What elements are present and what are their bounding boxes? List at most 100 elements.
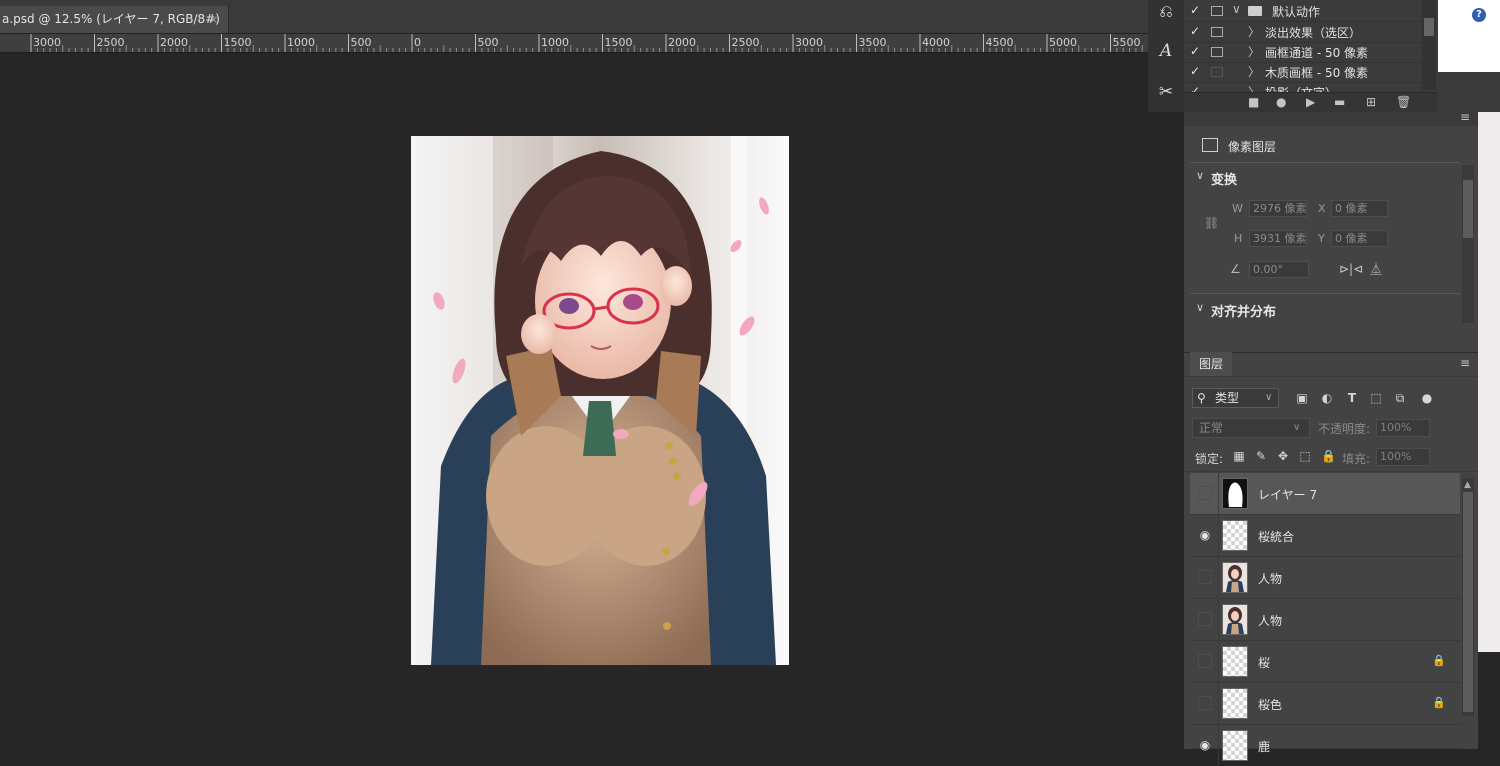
layer-row[interactable]: 桜 🔒 [1190, 641, 1460, 683]
toggle-check-icon[interactable]: ✓ [1190, 44, 1200, 58]
chevron-right-icon[interactable]: 〉 [1248, 63, 1260, 80]
opacity-field[interactable]: 100% [1376, 419, 1430, 437]
layer-thumbnail[interactable] [1222, 688, 1248, 719]
ruler-label: 4500 [985, 36, 1014, 49]
properties-scroll-thumb[interactable] [1463, 180, 1473, 238]
scroll-up-icon[interactable]: ▲ [1464, 480, 1471, 490]
toggle-check-icon[interactable]: ✓ [1190, 84, 1200, 92]
visibility-eye-icon[interactable] [1198, 612, 1212, 626]
chevron-down-icon: ∨ [1265, 392, 1273, 403]
actions-scroll-thumb[interactable] [1424, 18, 1434, 36]
dialog-toggle-icon[interactable] [1211, 6, 1223, 16]
pixel-filter-icon[interactable]: ▣ [1295, 391, 1309, 405]
layer-row[interactable]: 人物 [1190, 599, 1460, 641]
visibility-eye-icon[interactable] [1198, 486, 1212, 500]
action-item[interactable]: ✓ 〉 淡出效果（选区） [1184, 22, 1422, 43]
layer-name[interactable]: 人物 [1258, 612, 1282, 629]
stop-icon[interactable]: ■ [1248, 95, 1259, 109]
layer-thumbnail[interactable] [1222, 520, 1248, 551]
action-set-default[interactable]: ✓ ∨ 默认动作 [1184, 1, 1422, 22]
panel-menu-icon[interactable]: ≡ [1460, 110, 1470, 124]
chevron-down-icon[interactable]: ∨ [1196, 169, 1204, 182]
layer-thumbnail[interactable] [1222, 730, 1248, 761]
layer-name[interactable]: 鹿 [1258, 738, 1270, 755]
angle-field[interactable]: 0.00° [1249, 261, 1309, 278]
layer-name[interactable]: 人物 [1258, 570, 1282, 587]
kind-filter-select[interactable]: ⚲ 类型 ∨ [1192, 388, 1279, 408]
layer-row[interactable]: 桜色 🔒 [1190, 683, 1460, 725]
layer-thumbnail[interactable] [1222, 562, 1248, 593]
align-section-title[interactable]: 对齐并分布 [1211, 301, 1276, 320]
toggle-check-icon[interactable]: ✓ [1190, 3, 1200, 17]
history-brush-icon[interactable]: ⎌ [1154, 0, 1178, 24]
visibility-eye-icon[interactable]: ◉ [1198, 738, 1212, 752]
play-icon[interactable]: ▶ [1306, 95, 1315, 109]
new-action-icon[interactable]: ⊞ [1366, 95, 1376, 109]
lock-all-icon[interactable]: 🔒 [1321, 449, 1336, 463]
layer-name[interactable]: 桜統合 [1258, 528, 1294, 545]
ruler-label: 1000 [287, 36, 315, 49]
chevron-down-icon[interactable]: ∨ [1232, 2, 1241, 16]
flip-vertical-icon[interactable]: ⏅ [1370, 260, 1382, 277]
chevron-right-icon[interactable]: 〉 [1248, 43, 1260, 60]
toggle-check-icon[interactable]: ✓ [1190, 24, 1200, 38]
lock-position-icon[interactable]: ✥ [1276, 449, 1290, 463]
actions-scrollbar[interactable] [1422, 0, 1436, 90]
record-icon[interactable]: ● [1276, 95, 1286, 109]
properties-kind: 像素图层 [1228, 140, 1277, 154]
blend-mode-select[interactable]: 正常 ∨ [1192, 418, 1310, 438]
visibility-eye-icon[interactable] [1198, 654, 1212, 668]
action-item[interactable]: ✓ 〉 画框通道 - 50 像素 [1184, 42, 1422, 63]
action-item[interactable]: ✓ 〉 投影（文字） [1184, 82, 1422, 92]
layer-thumbnail[interactable] [1222, 646, 1248, 677]
layer-name[interactable]: 桜色 [1258, 696, 1282, 713]
chevron-right-icon[interactable]: 〉 [1248, 83, 1260, 92]
flip-horizontal-icon[interactable]: ⊳|⊲ [1339, 262, 1363, 276]
dialog-toggle-icon[interactable] [1211, 67, 1223, 77]
layers-scroll-thumb[interactable] [1463, 492, 1473, 712]
adjustment-filter-icon[interactable]: ◐ [1320, 391, 1334, 405]
dialog-toggle-icon[interactable] [1211, 47, 1223, 57]
lock-transparent-icon[interactable]: ▦ [1232, 449, 1246, 463]
document-tab[interactable]: a.psd @ 12.5% (レイヤー 7, RGB/8#) × [0, 6, 229, 33]
width-field[interactable]: 2976 像素 [1249, 200, 1307, 217]
link-icon[interactable]: ⛓ [1204, 216, 1219, 230]
y-field[interactable]: 0 像素 [1331, 230, 1388, 247]
layer-row[interactable]: 人物 [1190, 557, 1460, 599]
fill-field[interactable]: 100% [1376, 448, 1430, 466]
layer-thumbnail[interactable] [1222, 604, 1248, 635]
toggle-check-icon[interactable]: ✓ [1190, 64, 1200, 78]
close-tab-icon[interactable]: × [209, 6, 218, 33]
layer-thumbnail[interactable] [1222, 478, 1248, 509]
layer-row[interactable]: レイヤー 7 [1190, 473, 1460, 515]
layer-row[interactable]: ◉ 鹿 [1190, 725, 1460, 766]
trash-icon[interactable]: 🗑 [1396, 95, 1411, 109]
ruler-label: 500 [350, 36, 372, 49]
layer-row[interactable]: ◉ 桜統合 [1190, 515, 1460, 557]
transform-section-title[interactable]: 变换 [1211, 169, 1237, 188]
shape-filter-icon[interactable]: ⬚ [1369, 391, 1383, 405]
ruler-label: 2500 [96, 36, 125, 49]
scissors-icon[interactable]: ✂ [1154, 80, 1178, 104]
chevron-right-icon[interactable]: 〉 [1248, 23, 1260, 40]
lock-image-icon[interactable]: ✎ [1254, 449, 1268, 463]
type-icon[interactable]: A [1154, 39, 1178, 63]
artwork-image[interactable] [411, 136, 789, 665]
action-item[interactable]: ✓ 〉 木质画框 - 50 像素 [1184, 62, 1422, 83]
visibility-eye-icon[interactable]: ◉ [1198, 528, 1212, 542]
x-field[interactable]: 0 像素 [1331, 200, 1388, 217]
panel-menu-icon[interactable]: ≡ [1460, 356, 1470, 370]
layer-name[interactable]: 桜 [1258, 654, 1270, 671]
lock-artboard-icon[interactable]: ⬚ [1298, 449, 1312, 463]
dialog-toggle-icon[interactable] [1211, 27, 1223, 37]
layer-name[interactable]: レイヤー 7 [1258, 486, 1317, 503]
type-filter-icon[interactable]: T [1345, 391, 1359, 405]
height-field[interactable]: 3931 像素 [1249, 230, 1307, 247]
layers-tab[interactable]: 图层 [1190, 352, 1232, 376]
new-set-folder-icon[interactable]: ▬ [1334, 95, 1345, 109]
visibility-eye-icon[interactable] [1198, 696, 1212, 710]
visibility-eye-icon[interactable] [1198, 570, 1212, 584]
smart-object-filter-icon[interactable]: ⧉ [1393, 391, 1407, 405]
filter-toggle-icon[interactable]: ● [1420, 391, 1434, 405]
chevron-down-icon[interactable]: ∨ [1196, 301, 1204, 314]
